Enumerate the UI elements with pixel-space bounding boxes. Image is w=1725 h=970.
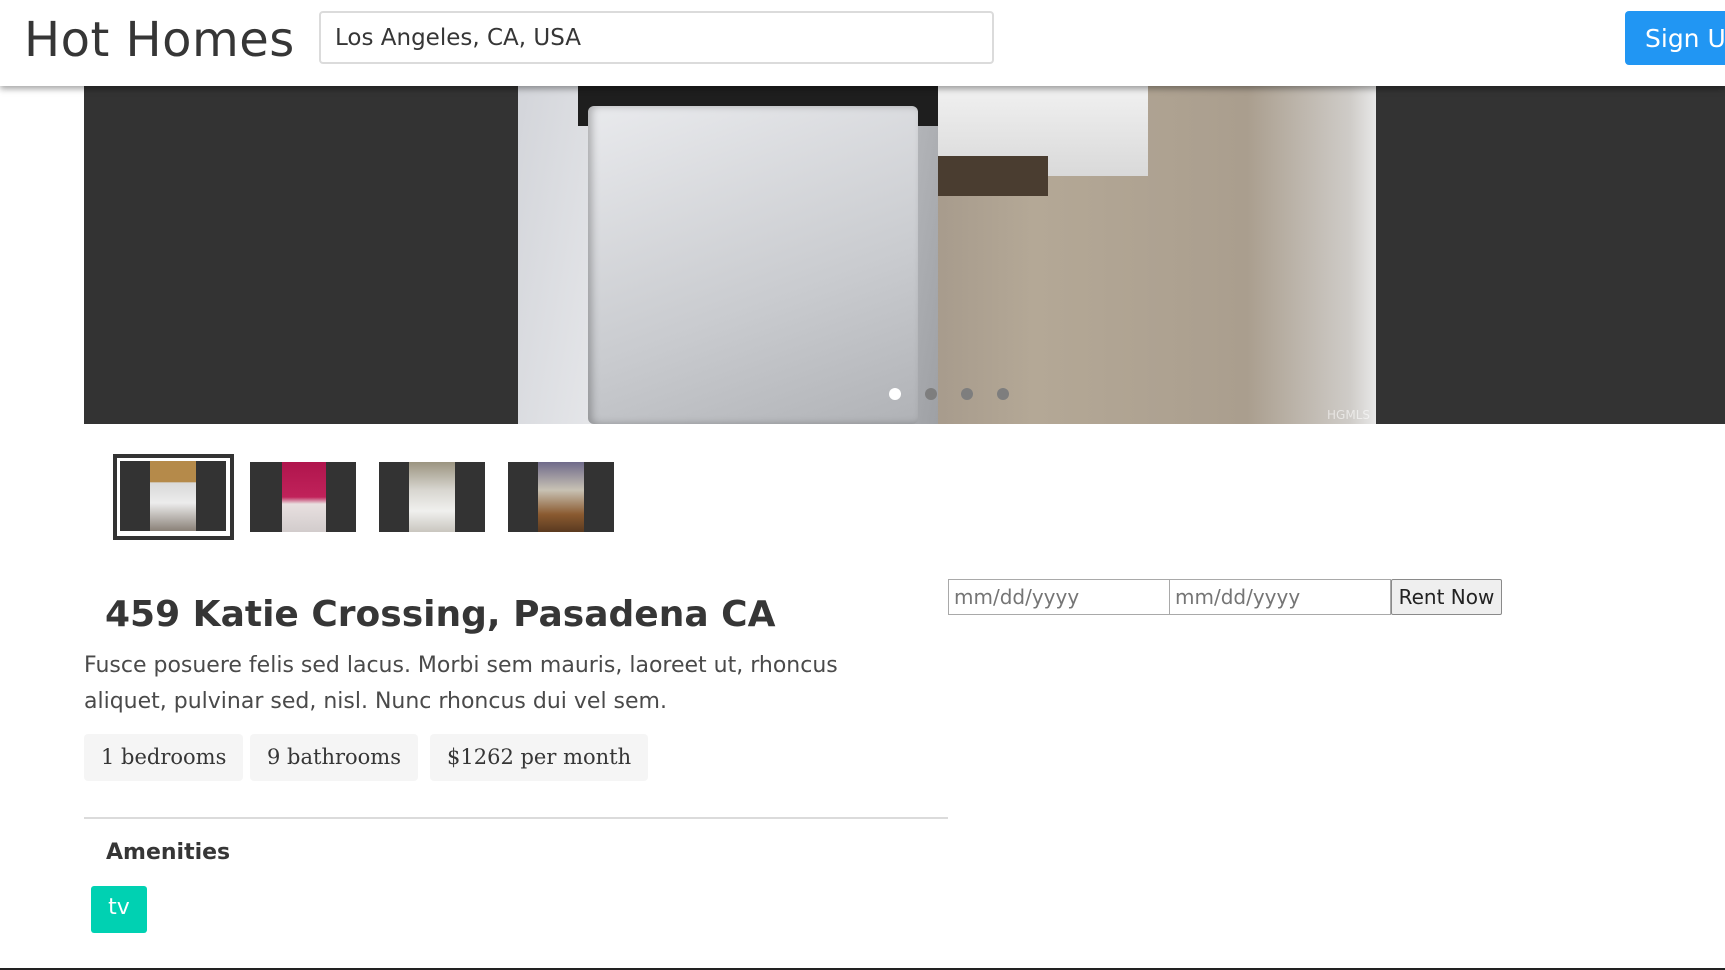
listing-description: Fusce posuere felis sed lacus. Morbi sem… (84, 653, 838, 714)
amenity-tag-tv: tv (91, 886, 147, 933)
carousel-dot-1[interactable] (889, 388, 901, 400)
bedrooms-tag: 1 bedrooms (84, 734, 244, 781)
carousel-dot-2[interactable] (925, 388, 937, 400)
price-tag: $1262 per month (430, 734, 649, 781)
oven-door-shape (588, 106, 918, 424)
amenities-heading: Amenities (106, 840, 231, 865)
carousel-dot-4[interactable] (997, 388, 1009, 400)
thumbnail-living-room-image (538, 462, 584, 532)
start-date-input[interactable] (948, 579, 1170, 615)
thumbnail-1[interactable] (120, 461, 226, 531)
thumbnail-bedroom-image (282, 462, 326, 532)
photo-watermark: HGMLS (1327, 408, 1370, 422)
thumbnail-2[interactable] (250, 462, 356, 532)
sign-up-button[interactable]: Sign Up (1625, 11, 1725, 65)
end-date-input[interactable] (1169, 579, 1391, 615)
thumbnail-4[interactable] (508, 462, 614, 532)
section-divider (84, 817, 948, 819)
thumbnail-bathroom-image (409, 462, 455, 532)
listing-address: 459 Katie Crossing, Pasadena CA (105, 594, 776, 635)
appliance-foot-shape (938, 156, 1048, 196)
thumbnail-kitchen-image (150, 461, 196, 531)
photo-carousel[interactable]: HGMLS (84, 86, 1725, 424)
location-search-input[interactable] (319, 11, 994, 64)
bathrooms-tag: 9 bathrooms (250, 734, 418, 781)
carousel-dot-3[interactable] (961, 388, 973, 400)
brand-logo[interactable]: Hot Homes (24, 12, 295, 68)
rent-now-button[interactable]: Rent Now (1391, 579, 1502, 615)
thumbnail-3[interactable] (379, 462, 485, 532)
carousel-slide-image: HGMLS (518, 86, 1376, 424)
navbar: Hot Homes Sign Up (0, 0, 1725, 86)
